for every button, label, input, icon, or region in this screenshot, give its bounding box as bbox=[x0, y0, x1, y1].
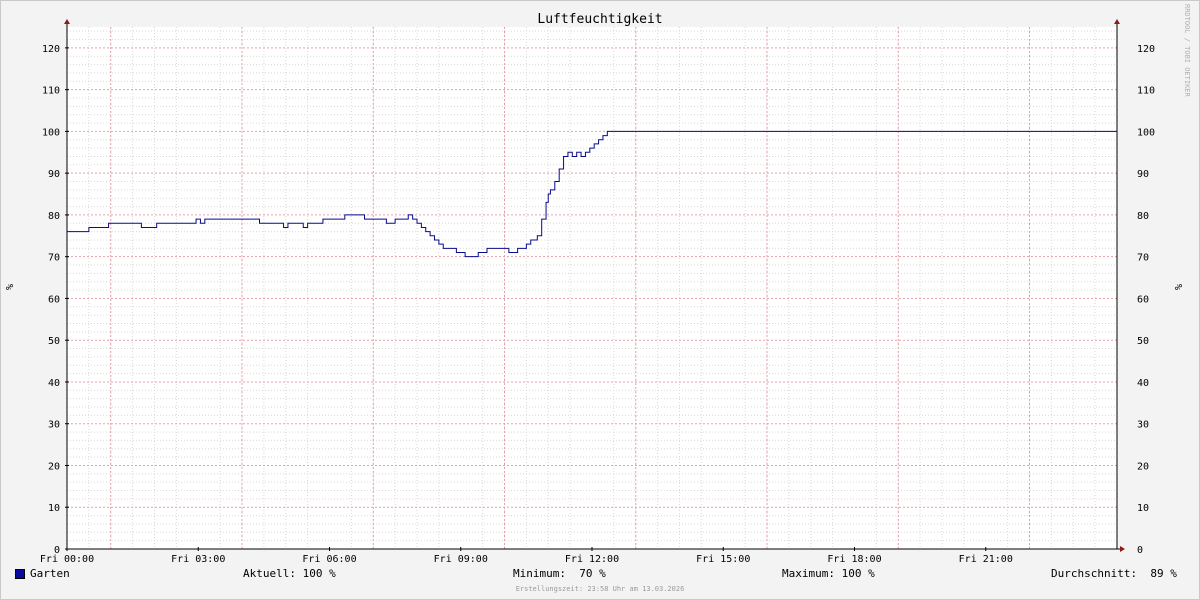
y-tick-label-left: 70 bbox=[48, 253, 60, 264]
x-tick-label: Fri 15:00 bbox=[696, 554, 750, 565]
y-tick-label-left: 10 bbox=[48, 503, 60, 514]
y-tick-label-right: 90 bbox=[1137, 169, 1149, 180]
y-tick-label-right: 100 bbox=[1137, 127, 1155, 138]
y-tick-label-right: 50 bbox=[1137, 336, 1149, 347]
y-tick-label-right: 30 bbox=[1137, 420, 1149, 431]
y-tick-label-left: 120 bbox=[42, 44, 60, 55]
y-tick-label-right: 20 bbox=[1137, 461, 1149, 472]
y-tick-label-right: 10 bbox=[1137, 503, 1149, 514]
y-axis-arrow-right bbox=[1114, 19, 1120, 24]
legend-durchschnitt: Durchschnitt: 89 % bbox=[1051, 567, 1177, 580]
y-tick-label-left: 30 bbox=[48, 420, 60, 431]
legend-swatch-garten bbox=[15, 569, 25, 579]
y-axis-arrow-left bbox=[64, 19, 70, 24]
x-axis-arrow bbox=[1120, 546, 1125, 552]
x-tick-label: Fri 06:00 bbox=[302, 554, 356, 565]
y-tick-label-left: 50 bbox=[48, 336, 60, 347]
x-tick-label: Fri 18:00 bbox=[827, 554, 881, 565]
y-tick-label-right: 120 bbox=[1137, 44, 1155, 55]
y-tick-label-right: 80 bbox=[1137, 211, 1149, 222]
y-tick-label-right: 70 bbox=[1137, 253, 1149, 264]
y-tick-label-right: 110 bbox=[1137, 86, 1155, 97]
humidity-chart: 0 010 1020 2030 3040 4050 5060 6070 7080 8090 9010… bbox=[5, 12, 1185, 565]
y-tick-label-left: 100 bbox=[42, 127, 60, 138]
y-axis-label-right: % bbox=[1174, 284, 1185, 290]
plot-area bbox=[67, 27, 1117, 549]
y-tick-label-right: 40 bbox=[1137, 378, 1149, 389]
credit-line: Erstellungszeit: 23:58 Uhr am 13.03.2026 bbox=[515, 585, 685, 593]
legend-series-name: Garten bbox=[30, 567, 70, 580]
grid bbox=[67, 27, 1117, 549]
y-tick-label-left: 40 bbox=[48, 378, 60, 389]
x-tick-label: Fri 03:00 bbox=[171, 554, 225, 565]
y-tick-label-left: 90 bbox=[48, 169, 60, 180]
y-tick-label-right: 60 bbox=[1137, 294, 1149, 305]
y-tick-label-right: 0 bbox=[1137, 545, 1143, 556]
legend-aktuell: Aktuell: 100 % bbox=[243, 567, 336, 580]
legend-minimum: Minimum: 70 % bbox=[513, 567, 606, 580]
y-tick-label-left: 20 bbox=[48, 461, 60, 472]
rrdtool-watermark: RRDTOOL / TOBI OETIKER bbox=[1183, 4, 1191, 97]
y-tick-label-left: 80 bbox=[48, 211, 60, 222]
x-tick-label: Fri 21:00 bbox=[959, 554, 1013, 565]
x-tick-label: Fri 09:00 bbox=[434, 554, 488, 565]
y-axis-label-left: % bbox=[5, 284, 16, 290]
x-tick-label: Fri 00:00 bbox=[40, 554, 94, 565]
x-tick-label: Fri 12:00 bbox=[565, 554, 619, 565]
y-tick-label-left: 60 bbox=[48, 294, 60, 305]
legend-maximum: Maximum: 100 % bbox=[782, 567, 875, 580]
y-tick-label-left: 110 bbox=[42, 86, 60, 97]
chart-title: Luftfeuchtigkeit bbox=[537, 12, 662, 27]
